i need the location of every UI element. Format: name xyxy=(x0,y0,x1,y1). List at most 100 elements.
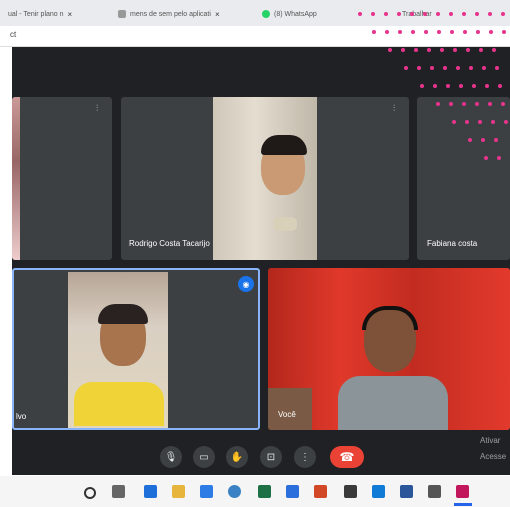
participant-name: Rodrigo Costa Tacarijo xyxy=(129,239,210,248)
decorative-dot xyxy=(372,30,376,34)
participant-tile-active[interactable]: ◉ lvo xyxy=(12,268,260,430)
taskview-icon[interactable] xyxy=(112,485,125,498)
camera-button[interactable]: ▭ xyxy=(193,446,215,468)
pin-icon[interactable]: ⫶ xyxy=(393,103,395,114)
decorative-dot xyxy=(417,66,421,70)
decorative-dot xyxy=(420,84,424,88)
participant-name: Você xyxy=(278,410,296,419)
search-icon[interactable] xyxy=(84,487,96,499)
browser-tab-bar: ual - Tenir plano n × mens de sem pelo a… xyxy=(0,0,510,26)
decorative-dot xyxy=(498,84,502,88)
hair-shape xyxy=(261,135,307,155)
tab-label: Trabalhar xyxy=(402,10,432,18)
video-feed xyxy=(12,97,20,260)
excel-icon[interactable] xyxy=(258,485,271,498)
decorative-dot xyxy=(452,120,456,124)
decorative-dot xyxy=(371,12,375,16)
tab-label: (8) WhatsApp xyxy=(274,10,317,18)
participant-tile[interactable]: ⫶ Rodrigo Costa Tacarijo xyxy=(121,97,409,260)
decorative-dot xyxy=(476,30,480,34)
decorative-dot xyxy=(501,12,505,16)
decorative-dot xyxy=(449,12,453,16)
decorative-dot xyxy=(472,84,476,88)
windows-taskbar xyxy=(0,476,510,507)
tab-label: ual - Tenir plano n xyxy=(8,10,64,18)
close-icon[interactable]: × xyxy=(68,10,73,19)
activate-windows-sub: Acesse xyxy=(480,452,507,461)
decorative-dot xyxy=(465,120,469,124)
app-icon[interactable] xyxy=(344,485,357,498)
browser-tab[interactable]: ual - Tenir plano n × xyxy=(8,5,108,23)
browser-tab[interactable]: mens de sem pelo aplicati × xyxy=(118,5,246,23)
decorative-dot xyxy=(404,66,408,70)
pin-icon[interactable]: ⫶ xyxy=(96,103,98,114)
decorative-dot xyxy=(495,66,499,70)
participant-name: lvo xyxy=(16,412,27,421)
decorative-dot xyxy=(430,66,434,70)
decorative-dot xyxy=(489,30,493,34)
mic-icon: 🎙 xyxy=(164,451,178,463)
decorative-dot xyxy=(456,66,460,70)
camera-icon: ▭ xyxy=(199,451,209,463)
more-options-button[interactable]: ⋮ xyxy=(294,446,316,468)
close-icon[interactable]: × xyxy=(215,10,220,19)
decorative-dot xyxy=(475,12,479,16)
activate-windows-title: Ativar xyxy=(480,436,501,445)
decorative-dot xyxy=(488,12,492,16)
decorative-dot xyxy=(502,30,506,34)
decorative-dot xyxy=(443,66,447,70)
mic-button[interactable]: 🎙 xyxy=(160,446,182,468)
decorative-dot xyxy=(479,48,483,52)
decorative-dot xyxy=(449,102,453,106)
decorative-dot xyxy=(410,12,414,16)
app-icon[interactable] xyxy=(456,485,469,498)
powerpoint-icon[interactable] xyxy=(314,485,327,498)
participant-tile[interactable]: Você xyxy=(268,268,510,430)
present-button[interactable]: ⊡ xyxy=(260,446,282,468)
decorative-dot xyxy=(504,120,508,124)
decorative-dot xyxy=(411,30,415,34)
google-icon xyxy=(118,10,126,18)
teams-icon[interactable] xyxy=(428,485,441,498)
participant-tile[interactable]: Fabiana costa xyxy=(417,97,510,260)
decorative-dot xyxy=(423,12,427,16)
decorative-dot xyxy=(466,48,470,52)
decorative-dot xyxy=(397,12,401,16)
hair-shape xyxy=(98,304,148,324)
address-bar[interactable]: ct xyxy=(0,26,510,47)
browser-tab[interactable]: (8) WhatsApp xyxy=(262,5,372,23)
instrument-shape xyxy=(273,217,297,231)
raise-hand-button[interactable]: ✋ xyxy=(226,446,248,468)
active-app-indicator xyxy=(454,503,472,506)
decorative-dot xyxy=(388,48,392,52)
ie-icon[interactable] xyxy=(286,485,299,498)
decorative-dot xyxy=(462,12,466,16)
raise-hand-icon: ✋ xyxy=(230,451,244,463)
decorative-dot xyxy=(401,48,405,52)
leave-call-button[interactable]: ☎ xyxy=(330,446,364,468)
shirt-shape xyxy=(74,382,164,426)
decorative-dot xyxy=(491,120,495,124)
decorative-dot xyxy=(414,48,418,52)
decorative-dot xyxy=(492,48,496,52)
decorative-dot xyxy=(468,138,472,142)
decorative-dot xyxy=(478,120,482,124)
decorative-dot xyxy=(440,48,444,52)
word-icon[interactable] xyxy=(400,485,413,498)
edge-icon[interactable] xyxy=(372,485,385,498)
decorative-dot xyxy=(437,30,441,34)
participant-tile[interactable]: ⫶ xyxy=(12,97,112,260)
shirt-shape xyxy=(338,376,448,430)
chrome-icon[interactable] xyxy=(228,485,241,498)
folder-icon[interactable] xyxy=(172,485,185,498)
hangup-icon: ☎ xyxy=(339,450,355,464)
decorative-dot xyxy=(469,66,473,70)
store-icon[interactable] xyxy=(200,485,213,498)
edge-icon[interactable] xyxy=(144,485,157,498)
decorative-dot xyxy=(488,102,492,106)
more-icon: ⋮ xyxy=(300,451,310,463)
decorative-dot xyxy=(475,102,479,106)
decorative-dot xyxy=(462,102,466,106)
decorative-dot xyxy=(427,48,431,52)
decorative-dot xyxy=(424,30,428,34)
